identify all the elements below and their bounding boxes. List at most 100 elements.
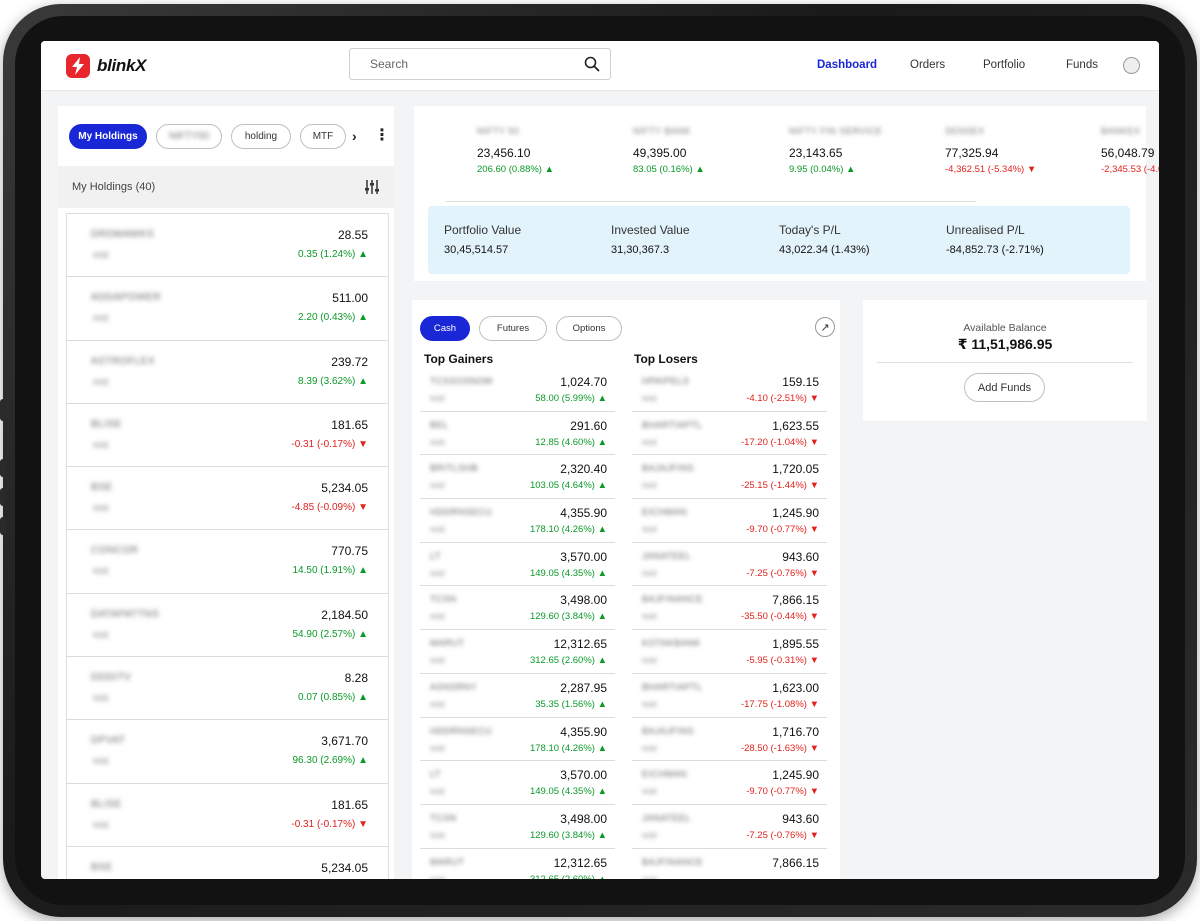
holding-symbol: ASTROFLEX bbox=[91, 355, 155, 367]
mover-change: -4.10 (-2.51%) ▼ bbox=[746, 393, 819, 404]
mover-row[interactable]: BAJAJFINS NSE 1,716.70 -28.50 (-1.63%) ▼ bbox=[632, 718, 827, 762]
search-icon[interactable] bbox=[584, 56, 600, 72]
holding-row[interactable]: CONCOR NSE 770.75 14.50 (1.91%) ▲ bbox=[67, 530, 388, 594]
indices-scroll-divider bbox=[446, 201, 976, 202]
holding-row[interactable]: DRDMAWKS NSE 28.55 0.35 (1.24%) ▲ bbox=[67, 214, 388, 278]
arrow-up-icon: ▲ bbox=[594, 480, 607, 492]
holding-row[interactable]: DDDITV NSE 8.28 0.07 (0.85%) ▲ bbox=[67, 657, 388, 721]
chip-my-holdings[interactable]: My Holdings bbox=[69, 124, 147, 149]
expand-arrow-icon[interactable]: ↗ bbox=[815, 317, 835, 337]
mover-row[interactable]: TCSN NSE 3,498.00 129.60 (3.84%) ▲ bbox=[420, 805, 615, 849]
holding-exchange: NSE bbox=[93, 820, 110, 830]
mover-price: 2,320.40 bbox=[560, 462, 607, 477]
mover-row[interactable]: TCSSOSNOM NSE 1,024.70 58.00 (5.99%) ▲ bbox=[420, 368, 615, 412]
mover-exchange: NSE bbox=[430, 568, 446, 578]
mover-row[interactable]: BEL NSE 291.60 12.85 (4.60%) ▲ bbox=[420, 412, 615, 456]
mover-row[interactable]: HDDRNSECU NSE 4,355.90 178.10 (4.26%) ▲ bbox=[420, 499, 615, 543]
nav-portfolio[interactable]: Portfolio bbox=[983, 59, 1025, 71]
more-options-icon[interactable]: ⋮ bbox=[374, 128, 390, 144]
mover-row[interactable]: BAJAJFINS NSE 1,720.05 -25.15 (-1.44%) ▼ bbox=[632, 455, 827, 500]
holding-row[interactable]: BLISE NSE 181.65 -0.31 (-0.17%) ▼ bbox=[67, 783, 388, 847]
mover-row[interactable]: EICHMAN NSE 1,245.90 -9.70 (-0.77%) ▼ bbox=[632, 499, 827, 543]
index-value: 23,456.10 bbox=[477, 146, 531, 160]
mover-row[interactable]: BRITLSHB NSE 2,320.40 103.05 (4.64%) ▲ bbox=[420, 455, 615, 500]
holding-exchange: NSE bbox=[93, 504, 110, 514]
index-ticker[interactable]: SENSEX 77,325.94 -4,362.51 (-5.34%) ▼ bbox=[945, 126, 1065, 175]
mover-exchange: NSE bbox=[430, 656, 446, 666]
search-input[interactable] bbox=[368, 56, 558, 72]
search-box[interactable] bbox=[349, 48, 611, 80]
mover-row[interactable]: BAJFINANCE NSE 7,866.15 -35.50 (-0.44%) ▼ bbox=[632, 586, 827, 631]
index-ticker[interactable]: NIFTY 50 23,456.10 206.60 (0.88%) ▲ bbox=[477, 126, 597, 175]
top-movers-panel: Cash Futures Options ↗ Top Gainers Top L… bbox=[412, 300, 840, 879]
tab-cash[interactable]: Cash bbox=[420, 316, 470, 341]
chevron-right-icon[interactable]: › bbox=[352, 128, 357, 144]
mover-row[interactable]: BHARTIAPTL NSE 1,623.00 -17.75 (-1.08%) ▼ bbox=[632, 674, 827, 718]
mover-row[interactable]: MARUT NSE 12,312.65 312.65 (2.60%) ▲ bbox=[420, 630, 615, 674]
index-change: 206.60 (0.88%) ▲ bbox=[477, 164, 597, 175]
holding-symbol: DATAPATTNS bbox=[91, 608, 160, 620]
mover-row[interactable]: LT NSE 3,570.00 149.05 (4.35%) ▲ bbox=[420, 543, 615, 587]
mover-change: -9.70 (-0.77%) ▼ bbox=[746, 786, 819, 797]
chip-watchlist[interactable]: NIFTY50 bbox=[156, 124, 222, 149]
mover-change: 129.60 (3.84%) ▲ bbox=[530, 611, 607, 622]
nav-dashboard[interactable]: Dashboard bbox=[817, 59, 877, 71]
index-ticker[interactable]: NIFTY BANK 49,395.00 83.05 (0.16%) ▲ bbox=[633, 126, 753, 175]
mover-symbol: LT bbox=[430, 769, 441, 780]
mover-change: 129.60 (3.84%) ▲ bbox=[530, 830, 607, 841]
mover-exchange: NSE bbox=[430, 787, 446, 797]
mover-row[interactable]: ASNSRNY NSE 2,287.95 35.35 (1.56%) ▲ bbox=[420, 674, 615, 718]
mover-row[interactable]: HDDRNSECU NSE 4,355.90 178.10 (4.26%) ▲ bbox=[420, 718, 615, 762]
holding-symbol: CONCOR bbox=[91, 545, 139, 557]
portfolio-metric: Portfolio Value 30,45,514.57 bbox=[444, 223, 521, 256]
mover-row[interactable]: KOTAKBANK NSE 1,895.55 -5.95 (-0.31%) ▼ bbox=[632, 630, 827, 674]
mover-exchange: NSE bbox=[642, 875, 657, 879]
holding-row[interactable]: DATAPATTNS NSE 2,184.50 54.90 (2.57%) ▲ bbox=[67, 593, 388, 658]
chip-mtf[interactable]: MTF bbox=[300, 124, 346, 149]
user-avatar[interactable] bbox=[1123, 57, 1140, 74]
index-ticker[interactable]: BANKEX 56,048.79 -2,345.53 (-4.01 ▼ bbox=[1101, 126, 1159, 175]
holding-row[interactable]: ADDAPOWER NSE 511.00 2.20 (0.43%) ▲ bbox=[67, 277, 388, 341]
mover-price: 1,623.55 bbox=[772, 418, 819, 433]
filter-sliders-icon[interactable] bbox=[364, 179, 380, 195]
index-change: -4,362.51 (-5.34%) ▼ bbox=[945, 164, 1065, 175]
mover-row[interactable]: BHARTIAPTL NSE 1,623.55 -17.20 (-1.04%) ▼ bbox=[632, 412, 827, 456]
mover-row[interactable]: TCSN NSE 3,498.00 129.60 (3.84%) ▲ bbox=[420, 586, 615, 631]
mover-row[interactable]: JANATEEL NSE 943.60 -7.25 (-0.76%) ▼ bbox=[632, 805, 827, 849]
mover-row[interactable]: LT NSE 3,570.00 149.05 (4.35%) ▲ bbox=[420, 761, 615, 805]
tablet-side-button bbox=[0, 517, 6, 535]
mover-change: -17.75 (-1.08%) ▼ bbox=[741, 699, 819, 710]
chip-holding[interactable]: holding bbox=[231, 124, 291, 149]
index-ticker[interactable]: NIFTY FIN SERVICE 23,143.65 9.95 (0.04%) ▲ bbox=[789, 126, 909, 175]
mover-symbol: BAJFINANCE bbox=[642, 594, 704, 605]
holding-change: 96.30 (2.69%) ▲ bbox=[292, 755, 368, 766]
nav-orders[interactable]: Orders bbox=[910, 59, 945, 71]
tab-futures[interactable]: Futures bbox=[479, 316, 547, 341]
mover-price: 1,245.90 bbox=[772, 768, 819, 783]
arrow-down-icon: ▼ bbox=[806, 436, 819, 448]
tab-options[interactable]: Options bbox=[556, 316, 622, 341]
mover-row[interactable]: JANATEEL NSE 943.60 -7.25 (-0.76%) ▼ bbox=[632, 543, 827, 587]
holding-row[interactable]: BSENSE5,234.05-4.85 (-0.09%) ▼ bbox=[67, 846, 388, 879]
mover-row[interactable]: BAJFINANCE NSE 7,866.15 bbox=[632, 849, 827, 879]
holding-row[interactable]: BSENSE5,234.05-4.85 (-0.09%) ▼ bbox=[67, 467, 388, 531]
brand-logo[interactable]: blinkX bbox=[65, 53, 147, 79]
holding-row[interactable]: BLISE NSE 181.65 -0.31 (-0.17%) ▼ bbox=[67, 403, 388, 468]
arrow-up-icon: ▲ bbox=[355, 628, 368, 640]
mover-price: 1,716.70 bbox=[772, 724, 819, 739]
chip-watchlist-label: NIFTY50 bbox=[168, 131, 209, 142]
mover-row[interactable]: HPAIPELS NSE 159.15 -4.10 (-2.51%) ▼ bbox=[632, 368, 827, 412]
mover-exchange: NSE bbox=[430, 394, 446, 403]
mover-symbol: BAJAJFINS bbox=[642, 463, 695, 474]
holding-change-value: 54.90 (2.57%) bbox=[292, 628, 356, 640]
holdings-panel: My Holdings NIFTY50 holding MTF › ⋮ My H… bbox=[58, 106, 394, 879]
add-funds-button[interactable]: Add Funds bbox=[964, 373, 1045, 402]
mover-price: 3,570.00 bbox=[560, 768, 607, 783]
holding-row[interactable]: DPVAT NSE 3,671.70 96.30 (2.69%) ▲ bbox=[67, 720, 388, 784]
holding-row[interactable]: ASTROFLEX NSE 239.72 8.39 (3.62%) ▲ bbox=[67, 340, 388, 404]
arrow-down-icon: ▼ bbox=[355, 818, 368, 830]
arrow-up-icon: ▲ bbox=[594, 524, 607, 536]
mover-row[interactable]: EICHMAN NSE 1,245.90 -9.70 (-0.77%) ▼ bbox=[632, 761, 827, 805]
nav-funds[interactable]: Funds bbox=[1066, 59, 1098, 71]
mover-row[interactable]: MARUT NSE 12,312.65 312.65 (2.60%) ▲ bbox=[420, 849, 615, 879]
